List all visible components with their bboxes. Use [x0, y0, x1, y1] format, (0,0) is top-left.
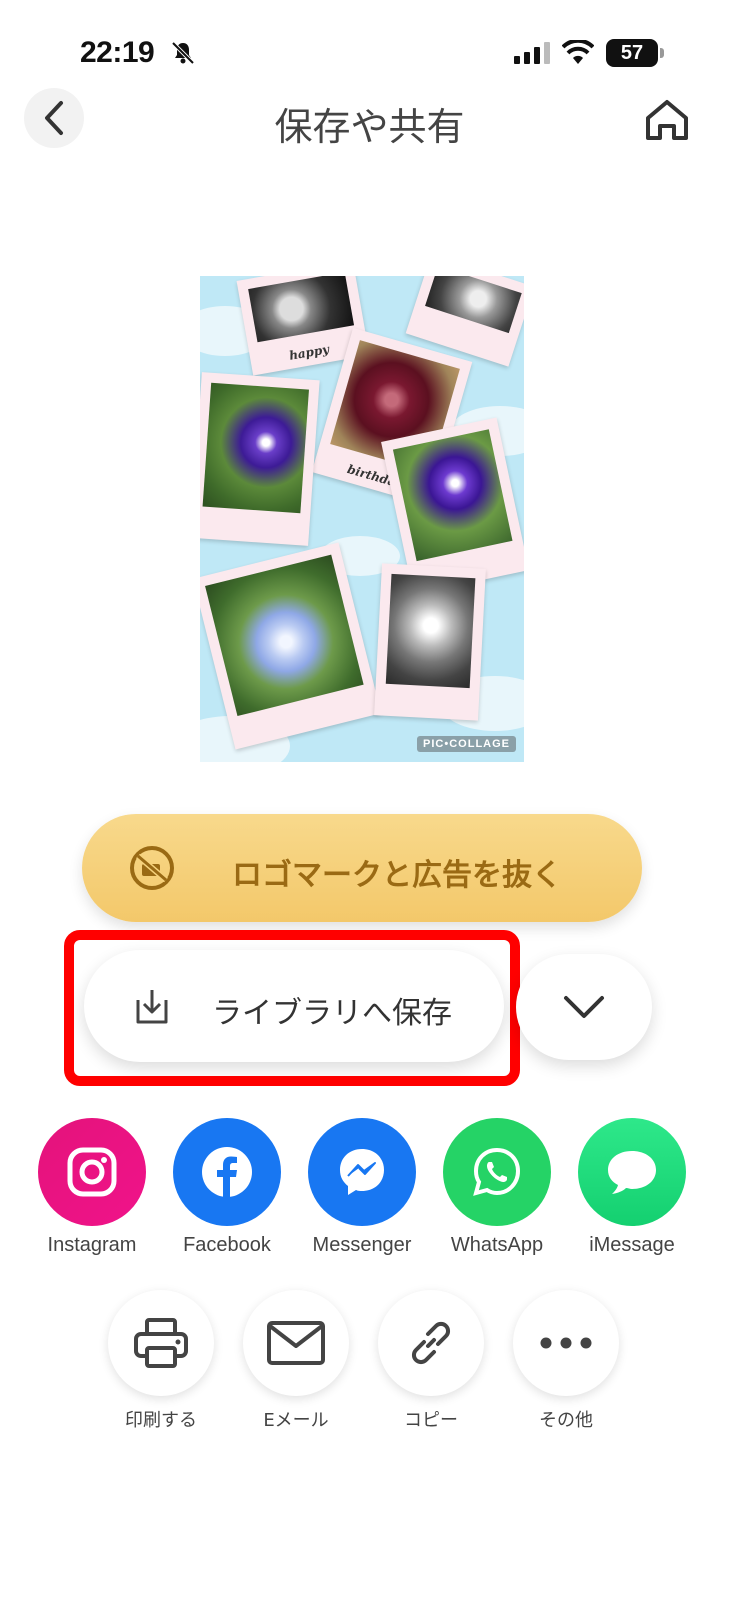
instagram-icon — [38, 1118, 146, 1226]
share-imessage[interactable]: iMessage — [572, 1118, 692, 1258]
mail-icon — [243, 1290, 349, 1396]
share-messenger[interactable]: Messenger — [302, 1118, 422, 1258]
action-label: その他 — [539, 1410, 593, 1431]
share-label: WhatsApp — [450, 1234, 544, 1256]
save-options-button[interactable] — [516, 954, 652, 1060]
facebook-icon — [173, 1118, 281, 1226]
action-label: Eメール — [263, 1410, 329, 1431]
printer-icon — [108, 1290, 214, 1396]
imessage-icon — [578, 1118, 686, 1226]
remove-logo-ads-button[interactable]: ロゴマークと広告を抜く — [82, 814, 642, 922]
copy-link-button[interactable]: コピー — [376, 1290, 486, 1431]
bell-muted-icon — [171, 41, 195, 65]
highlight-annotation — [64, 930, 520, 1086]
chevron-down-icon — [564, 996, 604, 1018]
status-bar: 22:19 57 — [0, 0, 739, 90]
remove-logo-label: ロゴマークと広告を抜く — [232, 858, 562, 893]
email-button[interactable]: Eメール — [241, 1290, 351, 1431]
no-ads-icon — [130, 846, 174, 890]
wifi-icon — [562, 40, 594, 64]
more-icon — [513, 1290, 619, 1396]
action-label: コピー — [404, 1410, 458, 1431]
share-label: Facebook — [183, 1234, 271, 1256]
photo-card — [200, 372, 320, 546]
share-whatsapp[interactable]: WhatsApp — [437, 1118, 557, 1258]
share-facebook[interactable]: Facebook — [167, 1118, 287, 1258]
photo-card — [374, 563, 486, 721]
link-icon — [378, 1290, 484, 1396]
share-label: Instagram — [47, 1234, 137, 1256]
battery-indicator: 57 — [606, 39, 664, 67]
signal-icon — [514, 42, 550, 64]
messenger-icon — [308, 1118, 416, 1226]
page-title: 保存や共有 — [274, 105, 465, 149]
home-icon[interactable] — [644, 98, 690, 142]
status-time: 22:19 — [80, 36, 155, 69]
whatsapp-icon — [443, 1118, 551, 1226]
action-label: 印刷する — [125, 1410, 197, 1431]
share-label: Messenger — [312, 1234, 412, 1256]
pic-collage-watermark: PIC•COLLAGE — [417, 736, 516, 752]
print-button[interactable]: 印刷する — [106, 1290, 216, 1431]
more-options-button[interactable]: その他 — [511, 1290, 621, 1431]
share-instagram[interactable]: Instagram — [32, 1118, 152, 1258]
collage-preview: happy birthday PIC•COLLAGE — [200, 276, 524, 762]
share-label: iMessage — [589, 1234, 675, 1256]
